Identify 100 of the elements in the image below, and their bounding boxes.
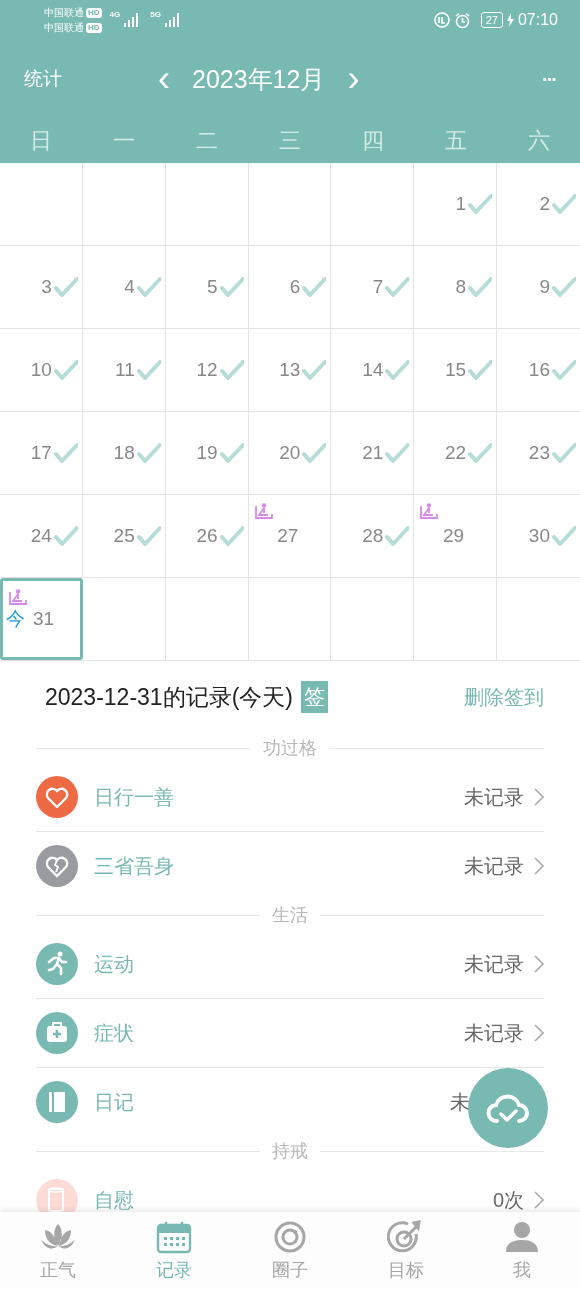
tab-bar-item[interactable]: 我 bbox=[464, 1212, 580, 1289]
calendar-day[interactable]: 20 bbox=[248, 412, 332, 494]
calendar-day[interactable]: 10 bbox=[0, 329, 83, 411]
calendar-day[interactable]: 14 bbox=[331, 329, 415, 411]
day-number: 29 bbox=[443, 525, 465, 547]
carrier-name: 中国联通 bbox=[44, 6, 84, 20]
calendar-day[interactable]: 19 bbox=[165, 412, 249, 494]
item-label[interactable]: 日记 bbox=[94, 1088, 134, 1116]
data-saver-icon bbox=[433, 12, 450, 28]
calendar-day[interactable]: 7 bbox=[331, 246, 415, 328]
hd-badge: HD bbox=[86, 22, 102, 33]
calendar-day[interactable]: 2 bbox=[497, 163, 580, 245]
calendar-day[interactable]: 6 bbox=[248, 246, 332, 328]
item-status: 未记录 bbox=[464, 853, 524, 879]
calendar-day[interactable]: 8 bbox=[414, 246, 498, 328]
day-number: 7 bbox=[372, 276, 384, 298]
day-number: 16 bbox=[528, 359, 550, 381]
more-button[interactable]: ··· bbox=[538, 61, 560, 97]
day-number: 2 bbox=[539, 193, 550, 215]
day-number: 10 bbox=[30, 359, 52, 381]
section-label: 功过格 bbox=[263, 737, 317, 760]
charging-icon bbox=[506, 13, 514, 27]
day-number: 22 bbox=[445, 442, 467, 464]
tab-bar-item[interactable]: 正气 bbox=[0, 1212, 116, 1289]
stats-link[interactable]: 统计 bbox=[24, 66, 154, 92]
calendar-day[interactable]: 22 bbox=[414, 412, 498, 494]
tab-bar-item[interactable]: 记录 bbox=[116, 1212, 232, 1289]
item-status: 未 bbox=[450, 1089, 470, 1115]
day-number: 25 bbox=[113, 525, 135, 547]
day-number: 8 bbox=[455, 276, 467, 298]
tab-bar-item[interactable]: 目标 bbox=[348, 1212, 464, 1289]
day-number: 9 bbox=[539, 276, 550, 298]
sign-in-badge: 签 bbox=[300, 681, 328, 713]
calendar-day[interactable]: 13 bbox=[248, 329, 332, 411]
weekday-label: 四 bbox=[360, 126, 385, 155]
day-number: 13 bbox=[279, 359, 301, 381]
carrier-name: 中国联通 bbox=[44, 21, 84, 35]
cloud-check-icon bbox=[485, 1091, 531, 1125]
weekday-label: 日 bbox=[29, 126, 54, 155]
calendar-day[interactable]: 28 bbox=[331, 495, 415, 577]
item-status: 未记录 bbox=[464, 784, 524, 810]
item-status: 未记录 bbox=[464, 951, 524, 977]
day-number: 27 bbox=[277, 525, 299, 547]
calendar-day[interactable]: 18 bbox=[82, 412, 166, 494]
calendar-day[interactable]: 15 bbox=[414, 329, 498, 411]
month-title: 2023年12月 bbox=[192, 63, 326, 95]
previous-month-button[interactable]: ‹ bbox=[154, 61, 174, 97]
day-number: 4 bbox=[124, 276, 135, 298]
item-label[interactable]: 症状 bbox=[94, 1019, 134, 1047]
calendar-day[interactable]: 12 bbox=[165, 329, 249, 411]
calendar-day[interactable]: 11 bbox=[82, 329, 166, 411]
day-number: 5 bbox=[207, 276, 218, 298]
calendar-day[interactable]: 今 31 bbox=[0, 578, 83, 660]
tab-bar-item[interactable]: 圈子 bbox=[232, 1212, 348, 1289]
calendar-day[interactable]: 9 bbox=[497, 246, 580, 328]
calendar-day[interactable]: 1 bbox=[414, 163, 498, 245]
delete-sign-in-link[interactable]: 删除签到 bbox=[464, 683, 544, 711]
calendar-day[interactable]: 21 bbox=[331, 412, 415, 494]
day-number: 26 bbox=[196, 525, 218, 547]
calendar-day[interactable]: 3 bbox=[0, 246, 83, 328]
calendar-day[interactable]: 30 bbox=[497, 495, 580, 577]
calendar-day[interactable]: 4 bbox=[82, 246, 166, 328]
section-label: 生活 bbox=[272, 904, 308, 927]
day-number: 24 bbox=[30, 525, 52, 547]
calendar-day[interactable]: 17 bbox=[0, 412, 83, 494]
alarm-icon bbox=[453, 11, 471, 29]
calendar-day[interactable]: 23 bbox=[497, 412, 580, 494]
signal-icon bbox=[124, 13, 141, 27]
record-title: 2023-12-31的记录(今天) bbox=[45, 682, 293, 712]
day-number: 12 bbox=[196, 359, 218, 381]
signal-icon bbox=[164, 13, 181, 27]
calendar-day[interactable]: 5 bbox=[165, 246, 249, 328]
calendar-day[interactable]: 16 bbox=[497, 329, 580, 411]
day-number: 6 bbox=[289, 276, 301, 298]
hd-badge: HD bbox=[86, 7, 102, 18]
person-icon bbox=[503, 1219, 541, 1254]
item-label[interactable]: 自慰 bbox=[94, 1186, 134, 1212]
day-number: 3 bbox=[41, 276, 52, 298]
calendar-day[interactable]: 25 bbox=[82, 495, 166, 577]
battery-level: 27 bbox=[480, 12, 503, 28]
calendar-day[interactable]: 24 bbox=[0, 495, 83, 577]
day-number: 21 bbox=[362, 442, 384, 464]
day-number: 15 bbox=[445, 359, 467, 381]
item-status: 0次 bbox=[492, 1187, 524, 1212]
day-number: 23 bbox=[528, 442, 550, 464]
calendar-day[interactable]: 26 bbox=[165, 495, 249, 577]
calendar-day[interactable]: 29 bbox=[414, 495, 498, 577]
item-label[interactable]: 三省吾身 bbox=[94, 852, 174, 880]
day-number: 14 bbox=[362, 359, 384, 381]
day-number: 18 bbox=[113, 442, 135, 464]
item-label[interactable]: 日行一善 bbox=[94, 783, 174, 811]
today-label: 今 bbox=[6, 607, 25, 631]
day-number: 28 bbox=[362, 525, 384, 547]
next-month-button[interactable]: › bbox=[343, 61, 364, 97]
network-type: 4G bbox=[109, 10, 121, 19]
weekday-label: 五 bbox=[443, 126, 468, 155]
calendar-day[interactable]: 27 bbox=[248, 495, 332, 577]
item-label[interactable]: 运动 bbox=[94, 950, 134, 978]
day-number: 20 bbox=[279, 442, 301, 464]
day-number: 30 bbox=[528, 525, 550, 547]
